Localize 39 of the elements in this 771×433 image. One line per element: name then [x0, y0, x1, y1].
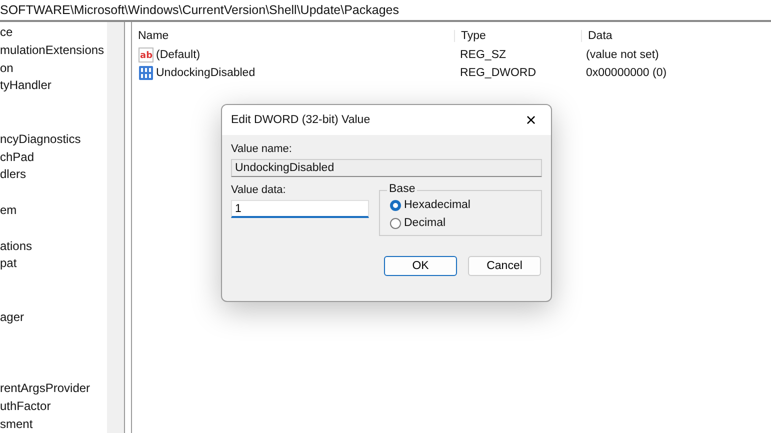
tree-item[interactable]: rentArgsProvider	[0, 381, 90, 395]
tree-item[interactable]: dlers	[0, 167, 26, 182]
tree-item[interactable]: pat	[0, 256, 17, 270]
value-type: REG_DWORD	[459, 67, 538, 79]
cancel-button[interactable]: Cancel	[468, 256, 541, 276]
ok-button[interactable]: OK	[384, 256, 457, 276]
tree-item[interactable]: sment	[0, 416, 33, 431]
column-header[interactable]: Data	[581, 30, 612, 42]
radio-button[interactable]	[390, 218, 401, 228]
tree-item[interactable]: uthFactor	[0, 398, 51, 413]
close-button[interactable]: ×	[511, 105, 551, 135]
value-data: (value not set)	[585, 49, 659, 61]
string-value-icon: ab	[138, 47, 154, 63]
tree-item[interactable]: em	[0, 203, 17, 217]
tree-item[interactable]: tyHandler	[0, 78, 52, 92]
value-data-field[interactable]: 1	[231, 200, 369, 218]
column-header[interactable]: Type	[454, 30, 581, 42]
radio-label[interactable]: Decimal	[404, 217, 446, 229]
base-label: Base	[387, 183, 418, 195]
tree-item[interactable]: ager	[0, 310, 24, 324]
column-header[interactable]: Name	[132, 30, 454, 42]
tree-item[interactable]: ations	[0, 238, 32, 253]
tree-item[interactable]: mulationExtensions	[0, 42, 104, 57]
value-name[interactable]: UndockingDisabled	[156, 67, 256, 79]
address-path[interactable]: SOFTWARE\Microsoft\Windows\CurrentVersion\Shell\Update\Packages	[0, 3, 399, 17]
tree-item[interactable]: ncyDiagnostics	[0, 132, 81, 146]
value-data-label: Value data:	[231, 184, 287, 196]
value-name[interactable]: (Default)	[156, 49, 200, 61]
radio-button[interactable]	[390, 200, 401, 210]
value-name-label: Value name:	[231, 143, 293, 155]
value-data: 0x00000000 (0)	[585, 67, 667, 79]
value-name-field[interactable]: UndockingDisabled	[231, 159, 542, 177]
dialog-title: Edit DWORD (32-bit) Value	[231, 114, 370, 126]
radio-label[interactable]: Hexadecimal	[404, 199, 470, 211]
tree-item[interactable]: chPad	[0, 150, 34, 164]
binary-value-icon	[138, 65, 154, 81]
tree-item[interactable]: on	[0, 60, 14, 75]
tree-item[interactable]: ce	[0, 25, 13, 39]
value-type: REG_SZ	[459, 49, 508, 61]
